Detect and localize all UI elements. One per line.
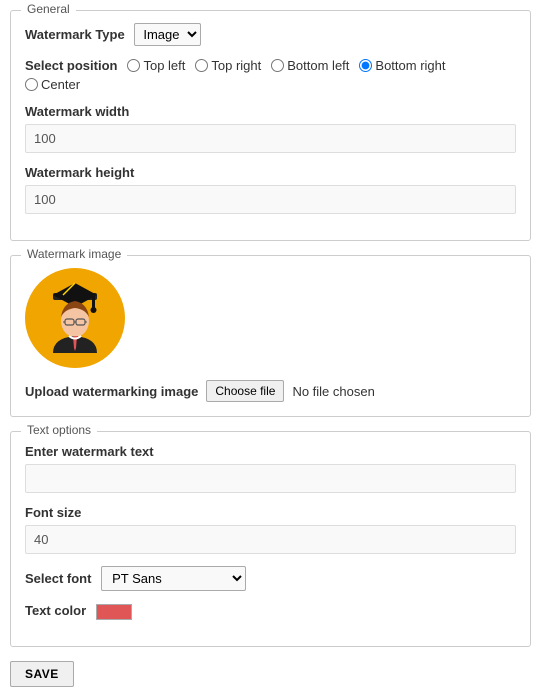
position-label: Select position bbox=[25, 58, 117, 73]
general-section: General Watermark Type Image Text Select… bbox=[10, 10, 531, 241]
height-row: Watermark height bbox=[25, 165, 516, 214]
watermark-image-container: Upload watermarking image Choose file No… bbox=[25, 268, 516, 402]
width-input[interactable] bbox=[25, 124, 516, 153]
avatar-preview bbox=[25, 268, 125, 368]
color-swatch[interactable] bbox=[96, 604, 132, 620]
label-top-right: Top right bbox=[211, 58, 261, 73]
watermark-text-label: Enter watermark text bbox=[25, 444, 516, 459]
watermark-type-row: Watermark Type Image Text bbox=[25, 23, 516, 46]
radio-top-left[interactable] bbox=[127, 59, 140, 72]
position-top-right[interactable]: Top right bbox=[195, 58, 261, 73]
width-row: Watermark width bbox=[25, 104, 516, 153]
watermark-type-select[interactable]: Image Text bbox=[134, 23, 201, 46]
position-top-left[interactable]: Top left bbox=[127, 58, 185, 73]
position-bottom-right[interactable]: Bottom right bbox=[359, 58, 445, 73]
text-color-label: Text color bbox=[25, 603, 86, 618]
height-label: Watermark height bbox=[25, 165, 516, 180]
position-center[interactable]: Center bbox=[25, 77, 80, 92]
text-options-legend: Text options bbox=[21, 423, 97, 437]
radio-bottom-right[interactable] bbox=[359, 59, 372, 72]
font-size-input[interactable] bbox=[25, 525, 516, 554]
text-options-section: Text options Enter watermark text Font s… bbox=[10, 431, 531, 647]
font-select[interactable]: PT Sans Arial Times New Roman Verdana Ge… bbox=[101, 566, 246, 591]
upload-row: Upload watermarking image Choose file No… bbox=[25, 380, 375, 402]
label-top-left: Top left bbox=[143, 58, 185, 73]
height-input[interactable] bbox=[25, 185, 516, 214]
graduate-icon bbox=[35, 273, 115, 363]
watermark-text-input[interactable] bbox=[25, 464, 516, 493]
radio-center[interactable] bbox=[25, 78, 38, 91]
select-font-label: Select font bbox=[25, 571, 91, 586]
save-button[interactable]: SAVE bbox=[10, 661, 74, 687]
width-label: Watermark width bbox=[25, 104, 516, 119]
position-row: Select position Top left Top right Botto… bbox=[25, 58, 516, 92]
choose-file-button[interactable]: Choose file bbox=[206, 380, 284, 402]
radio-bottom-left[interactable] bbox=[271, 59, 284, 72]
font-size-label: Font size bbox=[25, 505, 516, 520]
upload-label: Upload watermarking image bbox=[25, 384, 198, 399]
text-color-row: Text color bbox=[25, 603, 516, 620]
label-center: Center bbox=[41, 77, 80, 92]
position-bottom-left[interactable]: Bottom left bbox=[271, 58, 349, 73]
select-font-row: Select font PT Sans Arial Times New Roma… bbox=[25, 566, 516, 591]
watermark-image-section: Watermark image bbox=[10, 255, 531, 417]
label-bottom-left: Bottom left bbox=[287, 58, 349, 73]
general-legend: General bbox=[21, 2, 76, 16]
radio-top-right[interactable] bbox=[195, 59, 208, 72]
watermark-text-row: Enter watermark text bbox=[25, 444, 516, 493]
footer: SAVE bbox=[10, 661, 531, 687]
font-size-row: Font size bbox=[25, 505, 516, 554]
watermark-type-label: Watermark Type bbox=[25, 27, 125, 42]
watermark-image-legend: Watermark image bbox=[21, 247, 127, 261]
label-bottom-right: Bottom right bbox=[375, 58, 445, 73]
no-file-text: No file chosen bbox=[292, 384, 374, 399]
